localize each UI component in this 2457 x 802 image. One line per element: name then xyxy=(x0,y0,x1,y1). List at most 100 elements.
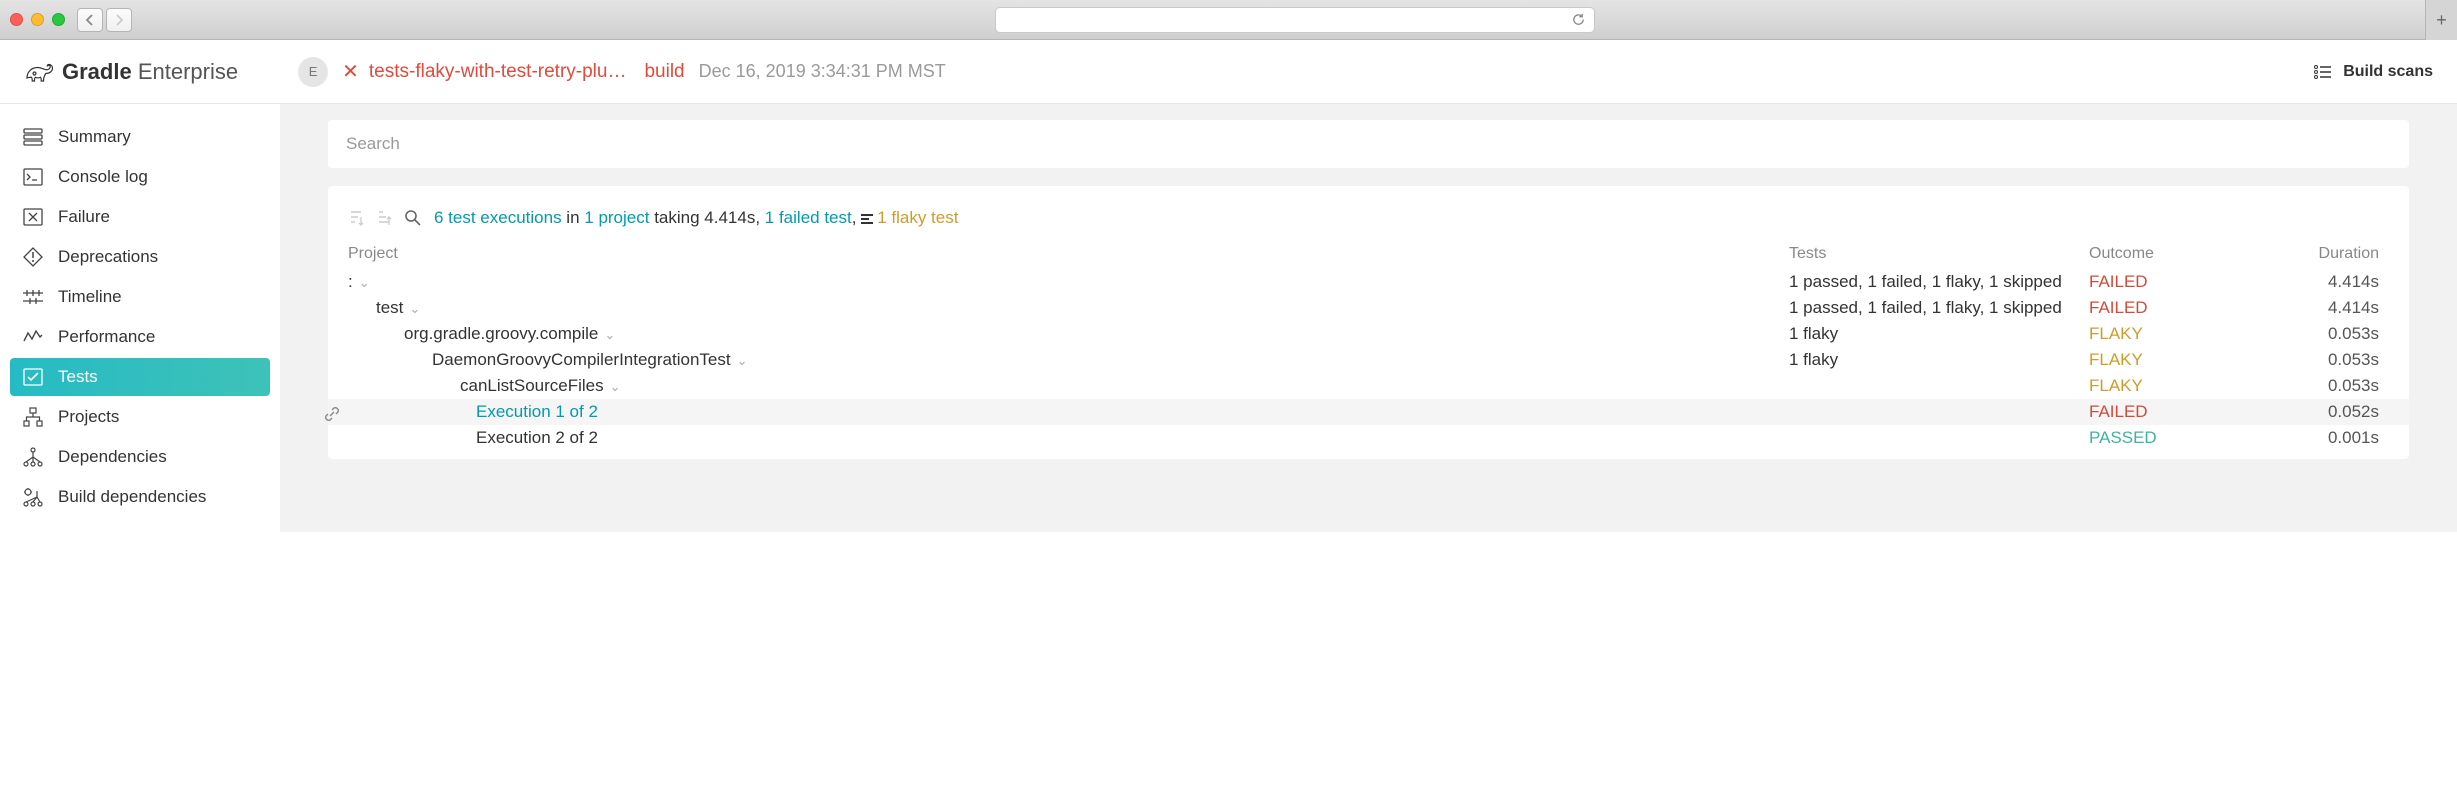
header-right: Build scans xyxy=(2313,63,2433,81)
flaky-count[interactable]: 1 flaky test xyxy=(877,208,958,227)
project-count[interactable]: 1 project xyxy=(584,208,649,227)
row-name[interactable]: test⌄ xyxy=(348,298,420,317)
sidebar-item-console-log[interactable]: Console log xyxy=(10,158,270,196)
main: Search 6 test executions in 1 project ta… xyxy=(280,104,2457,532)
gradle-elephant-icon xyxy=(24,59,54,85)
row-name[interactable]: org.gradle.groovy.compile⌄ xyxy=(348,324,615,343)
sort-desc-icon[interactable] xyxy=(376,209,392,227)
row-tests: 1 flaky xyxy=(1789,350,2089,370)
sidebar-item-tests[interactable]: Tests xyxy=(10,358,270,396)
avatar[interactable]: E xyxy=(298,57,328,87)
sidebar-item-build-dependencies[interactable]: Build dependencies xyxy=(10,478,270,516)
col-tests: Tests xyxy=(1789,245,2089,263)
row-outcome: FAILED xyxy=(2089,272,2249,292)
row-tests: 1 passed, 1 failed, 1 flaky, 1 skipped xyxy=(1789,272,2089,292)
window-zoom-icon[interactable] xyxy=(52,13,65,26)
col-project: Project xyxy=(348,245,1789,263)
row-outcome: PASSED xyxy=(2089,428,2249,448)
row-outcome: FAILED xyxy=(2089,402,2249,422)
console-icon xyxy=(22,166,44,188)
col-duration: Duration xyxy=(2249,245,2379,263)
sidebar-item-projects[interactable]: Projects xyxy=(10,398,270,436)
deprecations-icon xyxy=(22,246,44,268)
row-duration: 0.052s xyxy=(2249,402,2379,422)
row-duration: 0.001s xyxy=(2249,428,2379,448)
traffic-lights xyxy=(10,13,65,26)
row-outcome: FLAKY xyxy=(2089,350,2249,370)
projects-icon xyxy=(22,406,44,428)
row-name[interactable]: DaemonGroovyCompilerIntegrationTest⌄ xyxy=(348,350,748,369)
chevron-down-icon[interactable]: ⌄ xyxy=(610,379,621,394)
sidebar-item-performance[interactable]: Performance xyxy=(10,318,270,356)
sidebar-item-timeline[interactable]: Timeline xyxy=(10,278,270,316)
row-duration: 0.053s xyxy=(2249,376,2379,396)
window-close-icon[interactable] xyxy=(10,13,23,26)
window-minimize-icon[interactable] xyxy=(31,13,44,26)
chevron-down-icon[interactable]: ⌄ xyxy=(737,353,748,368)
tests-grid: Project Tests Outcome Duration :⌄ 1 passe… xyxy=(328,242,2409,451)
row-outcome: FLAKY xyxy=(2089,376,2249,396)
timeline-icon xyxy=(22,286,44,308)
sidebar-item-label: Deprecations xyxy=(58,247,158,267)
table-row[interactable]: DaemonGroovyCompilerIntegrationTest⌄ 1 fl… xyxy=(328,347,2409,373)
search-input[interactable]: Search xyxy=(328,120,2409,168)
failed-count[interactable]: 1 failed test xyxy=(765,208,852,227)
sort-asc-icon[interactable] xyxy=(348,209,364,227)
chevron-down-icon[interactable]: ⌄ xyxy=(409,301,420,316)
search-icon[interactable] xyxy=(404,209,422,227)
link-icon[interactable] xyxy=(324,406,340,422)
row-tests: 1 flaky xyxy=(1789,324,2089,344)
dependencies-icon xyxy=(22,446,44,468)
row-tests: 1 passed, 1 failed, 1 flaky, 1 skipped xyxy=(1789,298,2089,318)
row-name[interactable]: Execution 1 of 2 xyxy=(348,402,598,421)
chevron-down-icon[interactable]: ⌄ xyxy=(359,275,370,290)
failure-icon xyxy=(22,206,44,228)
sidebar-item-failure[interactable]: Failure xyxy=(10,198,270,236)
sidebar-item-label: Summary xyxy=(58,127,131,147)
sidebar: Summary Console log Failure Deprecations… xyxy=(0,104,280,532)
build-scans-link[interactable]: Build scans xyxy=(2343,63,2433,81)
forward-button[interactable] xyxy=(106,8,132,32)
row-name[interactable]: canListSourceFiles⌄ xyxy=(348,376,621,395)
table-row[interactable]: canListSourceFiles⌄ FLAKY0.053s xyxy=(328,373,2409,399)
row-name[interactable]: :⌄ xyxy=(348,272,370,291)
sidebar-item-dependencies[interactable]: Dependencies xyxy=(10,438,270,476)
sidebar-item-label: Console log xyxy=(58,167,148,187)
toolbar: 6 test executions in 1 project taking 4.… xyxy=(328,204,2409,242)
build-label[interactable]: build xyxy=(644,61,684,83)
brand-thin: Enterprise xyxy=(138,59,238,84)
brand-bold: Gradle xyxy=(62,59,132,84)
refresh-icon[interactable] xyxy=(1571,12,1586,27)
url-bar[interactable] xyxy=(995,7,1595,33)
row-duration: 0.053s xyxy=(2249,350,2379,370)
search-placeholder: Search xyxy=(346,134,400,153)
table-row[interactable]: Execution 1 of 2 FAILED0.052s xyxy=(328,399,2409,425)
sidebar-item-summary[interactable]: Summary xyxy=(10,118,270,156)
grid-header: Project Tests Outcome Duration xyxy=(328,242,2409,269)
row-outcome: FAILED xyxy=(2089,298,2249,318)
list-icon xyxy=(2313,64,2333,80)
row-outcome: FLAKY xyxy=(2089,324,2249,344)
build-dependencies-icon xyxy=(22,486,44,508)
row-name[interactable]: Execution 2 of 2 xyxy=(348,428,598,447)
new-tab-button[interactable]: + xyxy=(2425,0,2457,40)
table-row[interactable]: test⌄ 1 passed, 1 failed, 1 flaky, 1 skip… xyxy=(328,295,2409,321)
scan-title[interactable]: tests-flaky-with-test-retry-plu… xyxy=(369,61,627,83)
logo[interactable]: Gradle Enterprise xyxy=(24,59,238,85)
flaky-icon xyxy=(861,214,873,224)
table-row[interactable]: :⌄ 1 passed, 1 failed, 1 flaky, 1 skipped… xyxy=(328,269,2409,295)
sidebar-item-label: Timeline xyxy=(58,287,122,307)
back-button[interactable] xyxy=(77,8,103,32)
sidebar-item-deprecations[interactable]: Deprecations xyxy=(10,238,270,276)
row-duration: 4.414s xyxy=(2249,272,2379,292)
exec-count[interactable]: 6 test executions xyxy=(434,208,562,227)
total-duration: 4.414s xyxy=(704,208,755,227)
row-duration: 0.053s xyxy=(2249,324,2379,344)
chevron-down-icon[interactable]: ⌄ xyxy=(604,327,615,342)
fail-x-icon: ✕ xyxy=(342,59,359,84)
table-row[interactable]: Execution 2 of 2 PASSED0.001s xyxy=(328,425,2409,451)
sidebar-item-label: Failure xyxy=(58,207,110,227)
sidebar-item-label: Build dependencies xyxy=(58,487,206,507)
performance-icon xyxy=(22,326,44,348)
table-row[interactable]: org.gradle.groovy.compile⌄ 1 flakyFLAKY0.… xyxy=(328,321,2409,347)
